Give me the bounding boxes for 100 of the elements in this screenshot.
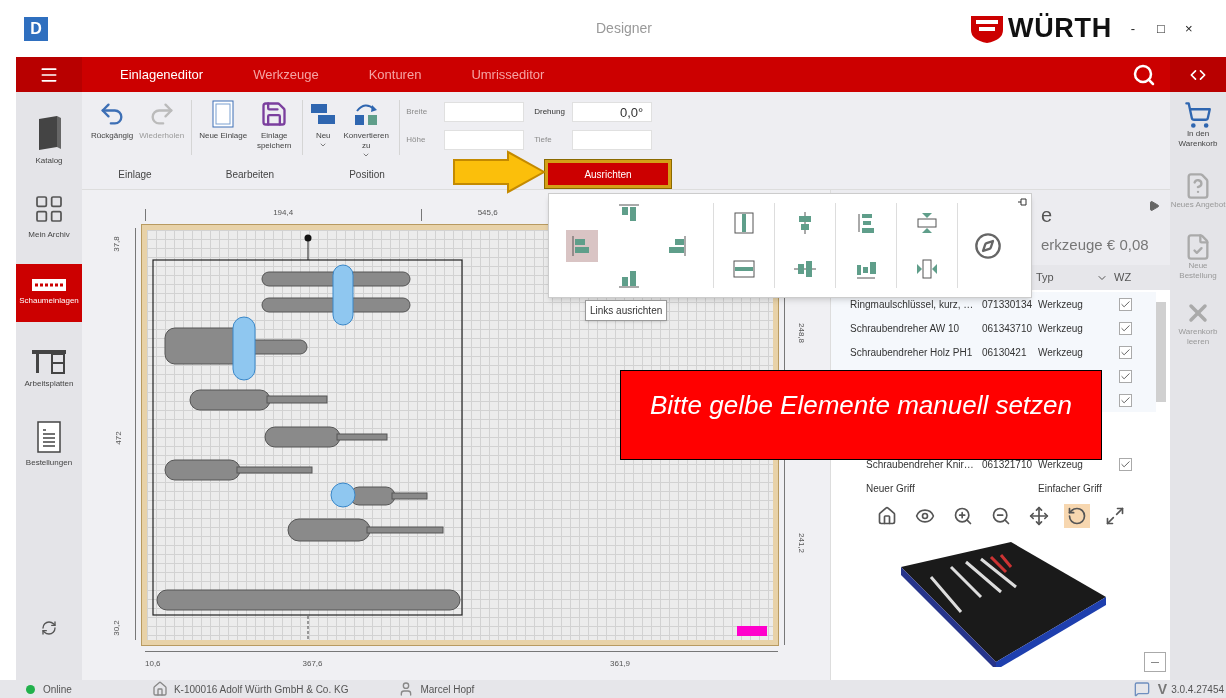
status-text: Online xyxy=(43,682,72,697)
table-cell: Werkzeug xyxy=(1038,458,1083,470)
field-label: Höhe xyxy=(406,134,427,146)
minimize-button[interactable]: - xyxy=(1125,18,1140,39)
collapse-button[interactable] xyxy=(1144,652,1166,672)
table-cell: Einfacher Griff xyxy=(1038,482,1102,494)
panel-title: e xyxy=(1041,203,1053,228)
checkbox[interactable] xyxy=(1118,321,1132,335)
screwdriver-cutout[interactable] xyxy=(264,426,388,448)
screwdriver-cutout[interactable] xyxy=(189,389,328,411)
knife-cutout[interactable] xyxy=(164,316,308,381)
table-cell: 061343710 xyxy=(982,322,1033,334)
field-label: Drehung xyxy=(534,106,566,118)
panel-toggle-button[interactable] xyxy=(1170,57,1226,92)
viewer-tool[interactable] xyxy=(1063,503,1090,528)
table-cell: Schraubendreher AW 10 xyxy=(850,322,960,334)
move-icon xyxy=(1028,505,1049,526)
ruler-label: 367,6 xyxy=(163,651,462,670)
ruler-label: 361,9 xyxy=(462,651,778,670)
scrollbar[interactable] xyxy=(1156,302,1166,402)
ruler-label: 30,2 xyxy=(111,619,123,636)
table-cell: 071330134 xyxy=(982,298,1033,310)
align-button[interactable] xyxy=(566,229,599,262)
toolbar-button[interactable]: Konvertieren zu xyxy=(339,100,394,159)
screwdriver-cutout[interactable] xyxy=(164,459,313,481)
marker-block xyxy=(737,626,767,636)
table-cell: Werkzeug xyxy=(1038,298,1083,310)
compass-icon xyxy=(974,231,1002,260)
toolbar-button[interactable]: Neu xyxy=(307,100,340,149)
ruler-label: 472 xyxy=(112,430,124,445)
zoom-out-icon xyxy=(990,505,1011,526)
bar-cutout[interactable] xyxy=(156,589,461,611)
version-text: 3.0.4.27454 xyxy=(1171,682,1224,697)
table-cell: 06130421 xyxy=(982,346,1027,358)
tooltip: Links ausrichten xyxy=(585,300,668,321)
toolbar-button[interactable]: Neue Einlage xyxy=(196,100,251,141)
refresh-icon[interactable] xyxy=(41,620,57,636)
checkbox[interactable] xyxy=(1118,369,1132,383)
nav-tab[interactable]: Einlageneditor xyxy=(120,64,204,85)
save-icon xyxy=(260,100,289,128)
table-cell: Schraubendreher Holz PH1 xyxy=(850,346,973,358)
ruler-label: 241,2 xyxy=(796,532,807,553)
dashed-guide-line xyxy=(307,615,309,640)
checkbox[interactable] xyxy=(1118,345,1132,359)
group-label: Bearbeiten xyxy=(224,167,276,182)
close-button[interactable]: × xyxy=(1181,18,1196,39)
screwdriver-cutout[interactable] xyxy=(330,482,428,508)
workbench-icon xyxy=(32,348,66,374)
list-document-icon xyxy=(37,421,61,453)
version-logo: V xyxy=(1157,679,1168,698)
ruler-label: 545,6 xyxy=(477,208,498,217)
company-text: K-100016 Adolf Würth GmbH & Co. KG xyxy=(173,682,349,697)
rotate-icon xyxy=(1066,505,1087,526)
expand-icon xyxy=(1104,505,1125,526)
pliers-cutout[interactable] xyxy=(261,264,411,326)
search-icon[interactable] xyxy=(1132,62,1156,87)
input-field[interactable]: 0,0° xyxy=(572,102,653,122)
pin-icon[interactable] xyxy=(1017,197,1027,207)
field-label: Breite xyxy=(406,106,429,118)
checkbox[interactable] xyxy=(1118,393,1132,407)
table-cell: Neuer Griff xyxy=(866,482,915,494)
expand-arrow-icon[interactable] xyxy=(1148,200,1160,212)
align-button[interactable]: Ausrichten xyxy=(545,160,671,189)
column-header: Typ xyxy=(1036,270,1055,286)
sidebar-action[interactable]: In den Warenkorb xyxy=(1170,92,1226,158)
panel-subtitle: erkzeuge € 0,08 xyxy=(1041,235,1149,255)
ruler-label: 194,4 xyxy=(144,209,422,221)
toolbar-button[interactable]: Rückgängig xyxy=(88,100,137,141)
cart-icon xyxy=(1184,101,1212,129)
home-icon xyxy=(151,681,168,697)
sidebar-item[interactable]: Schaumeinlagen xyxy=(16,264,82,322)
chat-icon[interactable] xyxy=(1133,681,1150,697)
sidebar-item[interactable]: Katalog xyxy=(16,112,82,170)
toolbar-button[interactable]: Einlage speichern xyxy=(250,100,299,151)
group-label: Position xyxy=(348,167,386,182)
ruler-label: 37,8 xyxy=(111,236,123,252)
table-cell: 061321710 xyxy=(982,458,1033,470)
fit-height-icon xyxy=(915,210,939,235)
screwdriver-cutout[interactable] xyxy=(287,518,444,542)
table-cell: Werkzeug xyxy=(1038,322,1083,334)
sidebar-item[interactable]: Mein Archiv xyxy=(16,188,82,246)
sidebar-item[interactable]: Arbeitsplatten xyxy=(16,340,82,398)
column-header: WZ xyxy=(1114,270,1132,286)
shield-logo-icon xyxy=(970,13,1005,44)
table-cell: Ringmaulschlüssel, kurz, … xyxy=(850,298,974,310)
sidebar-item[interactable]: Bestellungen xyxy=(16,416,82,474)
brand-logo: WÜRTH xyxy=(1008,12,1112,46)
field-label: Tiefe xyxy=(534,134,553,146)
table-cell: Werkzeug xyxy=(1038,346,1083,358)
page-frame-icon xyxy=(212,100,235,128)
notice-text: Bitte gelbe Elemente manuell setzen xyxy=(650,388,1072,422)
anchor-pin[interactable] xyxy=(304,234,312,261)
user-name: Marcel Hopf xyxy=(420,682,475,697)
menu-button[interactable] xyxy=(16,57,82,92)
checkbox[interactable] xyxy=(1118,297,1132,311)
home-icon xyxy=(876,505,897,526)
table-cell: Schraubendreher Knir… xyxy=(866,458,974,470)
checkbox[interactable] xyxy=(1118,457,1132,471)
maximize-button[interactable]: □ xyxy=(1153,18,1168,39)
grid-icon xyxy=(33,193,65,225)
